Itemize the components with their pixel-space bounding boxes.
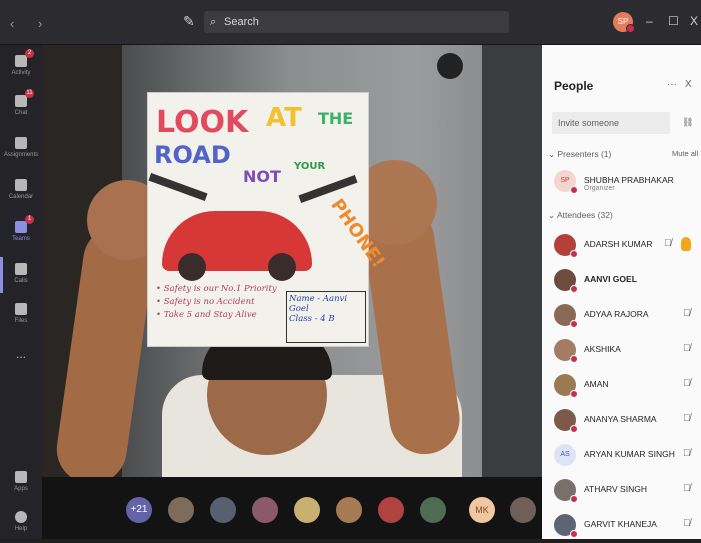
share-link-icon[interactable]: ⛓ [682,117,693,128]
history-nav[interactable]: ‹ › [10,16,52,31]
attendee-row[interactable]: GARVIT KHANEJA 🎙̸ [542,509,701,543]
participant-thumbnail[interactable] [336,497,362,523]
more-options-icon[interactable]: ··· [667,79,677,90]
search-icon: ⌕ [210,16,217,28]
attendee-row[interactable]: AKSHIKA 🎙̸ [542,334,701,368]
wall-camera-shape [437,53,463,79]
search-input[interactable]: Search [224,11,259,33]
presenters-header[interactable]: ⌄ Presenters (1) [548,149,611,160]
attendee-row[interactable]: AS ARYAN KUMAR SINGH 🎙̸ [542,439,701,473]
apps-icon [15,471,27,483]
participant-strip [42,477,542,539]
invite-input[interactable]: Invite someone [552,112,670,134]
participant-thumbnail[interactable] [210,497,236,523]
close-button[interactable]: X [690,14,698,28]
poster-word-at: AT [266,103,302,133]
participant-thumbnail[interactable] [252,497,278,523]
poster-road-right [298,174,358,204]
avatar: AS [554,444,576,466]
mic-off-icon[interactable]: 🎙̸ [683,518,691,529]
rail-item-teams[interactable]: 1 Teams [0,215,42,242]
poster-car-wheel [268,253,296,281]
presence-status-icon [570,250,578,258]
participant-thumbnail[interactable] [168,497,194,523]
search-box[interactable]: ⌕ Search [204,11,509,33]
attendee-row[interactable]: AANVI GOEL [542,264,701,298]
main-video-feed[interactable]: LOOK AT THE ROAD NOT YOUR PHONE! • Safet… [42,45,542,477]
mic-off-icon[interactable]: 🎙̸ [683,378,691,389]
panel-title: People [554,79,594,93]
attendee-row[interactable]: AMAN 🎙̸ [542,369,701,403]
poster-word-your: YOUR [294,161,326,172]
participant-initials-avatar[interactable]: MK [469,497,495,523]
attendee-row[interactable]: ADYAA RAJORA 🎙̸ [542,299,701,333]
chevron-down-icon: ⌄ [548,210,558,220]
presenter-row[interactable]: SP SHUBHA PRABHAKAR Organizer [542,165,701,199]
rail-item-calendar[interactable]: Calendar [0,179,42,200]
mic-off-icon[interactable]: 🎙̸ [664,238,672,249]
maximize-button[interactable]: ☐ [668,14,679,28]
poster-name-box: Name - Aanvi Goel Class - 4 B [286,291,366,343]
rail-item-files[interactable]: Files [0,303,42,324]
poster-road-left [148,172,208,202]
rail-item-activity[interactable]: 2 Activity [0,49,42,76]
presence-status-icon [570,320,578,328]
presence-status-icon [626,24,635,33]
help-icon [15,511,27,523]
chat-icon: 11 [15,89,34,107]
poster-word-look: LOOK [156,105,249,140]
rail-item-apps[interactable]: Apps [0,471,42,492]
rail-item-chat[interactable]: 11 Chat [0,89,42,116]
poster-car-wheel [178,253,206,281]
mic-off-icon[interactable]: 🎙̸ [683,308,691,319]
rail-item-help[interactable]: Help [0,511,42,532]
presence-status-icon [570,355,578,363]
presence-status-icon [570,495,578,503]
user-avatar[interactable]: SP [613,12,635,33]
rail-item-calls[interactable]: Calls [0,263,42,284]
mute-all-button[interactable]: Mute all [672,149,698,158]
file-icon [15,303,27,315]
presence-status-icon [570,186,578,194]
attendee-row[interactable]: ATHARV SINGH 🎙̸ [542,474,701,508]
participant-thumbnail[interactable] [510,497,536,523]
mic-off-icon[interactable]: 🎙̸ [683,448,691,459]
raised-hand-icon [681,237,691,251]
title-bar: ‹ › ✎ ⌕ Search SP – ☐ X [0,0,701,45]
presence-status-icon [570,285,578,293]
minimize-button[interactable]: – [646,14,653,28]
phone-icon [15,263,27,275]
presence-status-icon [570,530,578,538]
mic-off-icon[interactable]: 🎙̸ [683,483,691,494]
poster-slogan: • Safety is our No.1 Priority • Safety i… [156,284,277,320]
presence-status-icon [570,390,578,398]
presence-status-icon [570,425,578,433]
mic-off-icon[interactable]: 🎙̸ [683,343,691,354]
assignments-icon [15,137,27,149]
poster-word-road: ROAD [154,141,231,169]
participant-thumbnail[interactable] [378,497,404,523]
app-rail: 2 Activity 11 Chat Assignments Calendar … [0,45,42,539]
calendar-icon [15,179,27,191]
teams-icon: 1 [15,215,34,233]
participant-thumbnail[interactable] [294,497,320,523]
rail-more-button[interactable]: ... [0,347,42,361]
video-door-right [482,45,542,477]
attendees-header[interactable]: ⌄ Attendees (32) [548,210,613,221]
poster-word-the: THE [318,109,354,128]
poster-word-not: NOT [243,167,281,186]
rail-item-assignments[interactable]: Assignments [0,137,42,158]
participant-thumbnail[interactable] [420,497,446,523]
people-panel: People ··· X Invite someone ⛓ ⌄ Presente… [542,45,701,539]
mic-off-icon[interactable]: 🎙̸ [683,413,691,424]
close-panel-button[interactable]: X [685,79,692,90]
bell-icon: 2 [15,49,34,67]
compose-icon[interactable]: ✎ [183,13,199,29]
attendee-row[interactable]: ADARSH KUMAR 🎙̸ [542,229,701,263]
attendee-row[interactable]: ANANYA SHARMA 🎙̸ [542,404,701,438]
road-safety-poster: LOOK AT THE ROAD NOT YOUR PHONE! • Safet… [147,92,389,347]
more-participants-button[interactable]: +21 [126,497,152,523]
